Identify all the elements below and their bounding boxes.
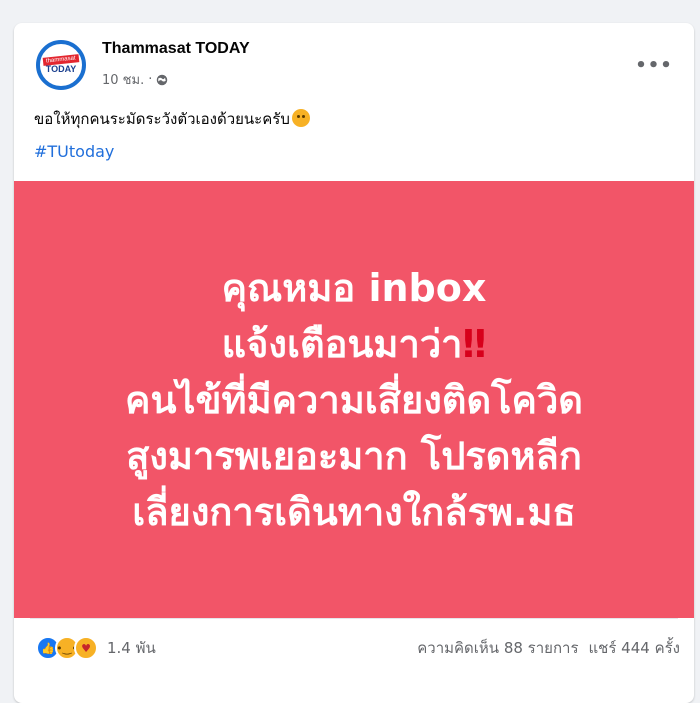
image-line-2-wrap: แจ้งเตือนมาว่า‼ xyxy=(125,316,583,372)
image-line-1: คุณหมอ inbox xyxy=(221,265,487,310)
double-exclamation-icon: ‼ xyxy=(462,321,487,366)
sad-face-emoji xyxy=(291,109,310,127)
page-avatar[interactable]: thammasat TODAY xyxy=(36,40,86,90)
image-line-3: คนไข้ที่มีความเสี่ยงติดโควิด xyxy=(125,377,583,422)
image-text: คุณหมอ inbox แจ้งเตือนมาว่า‼ คนไข้ที่มีค… xyxy=(125,260,583,540)
care-icon: ♥ xyxy=(74,636,98,660)
post-image[interactable]: คุณหมอ inbox แจ้งเตือนมาว่า‼ คนไข้ที่มีค… xyxy=(14,181,694,618)
avatar-bottom-text: TODAY xyxy=(45,63,77,74)
comments-count[interactable]: ความคิดเห็น 88 รายการ xyxy=(417,636,578,660)
globe-icon[interactable] xyxy=(156,74,168,86)
shares-count[interactable]: แชร์ 444 ครั้ง xyxy=(589,636,681,660)
caption-text: ขอให้ทุกคนระมัดระวังตัวเองด้วยนะครับ xyxy=(34,110,290,128)
more-options-button[interactable]: ••• xyxy=(635,53,672,77)
post-caption: ขอให้ทุกคนระมัดระวังตัวเองด้วยนะครับ xyxy=(34,107,310,131)
image-line-5: เลี่ยงการเดินทางใกล้รพ.มธ xyxy=(132,489,576,534)
more-icon: ••• xyxy=(635,54,673,76)
image-line-4: สูงมารพเยอะมาก โปรดหลีก xyxy=(126,433,582,478)
page-name-link[interactable]: Thammasat TODAY xyxy=(102,40,250,58)
post-stats: ความคิดเห็น 88 รายการ แชร์ 444 ครั้ง xyxy=(417,636,680,660)
post-time[interactable]: 10 ชม. xyxy=(102,69,144,90)
reactions-summary[interactable]: 👍 •‿• ♥ 1.4 พัน xyxy=(36,636,156,660)
reaction-count[interactable]: 1.4 พัน xyxy=(107,636,156,660)
meta-separator: · xyxy=(148,72,153,87)
post-meta: 10 ชม. · xyxy=(102,69,168,90)
divider xyxy=(30,618,678,619)
image-line-2: แจ้งเตือนมาว่า xyxy=(221,321,463,366)
post-card: thammasat TODAY Thammasat TODAY 10 ชม. ·… xyxy=(14,23,694,703)
hashtag-link[interactable]: #TUtoday xyxy=(34,142,114,161)
